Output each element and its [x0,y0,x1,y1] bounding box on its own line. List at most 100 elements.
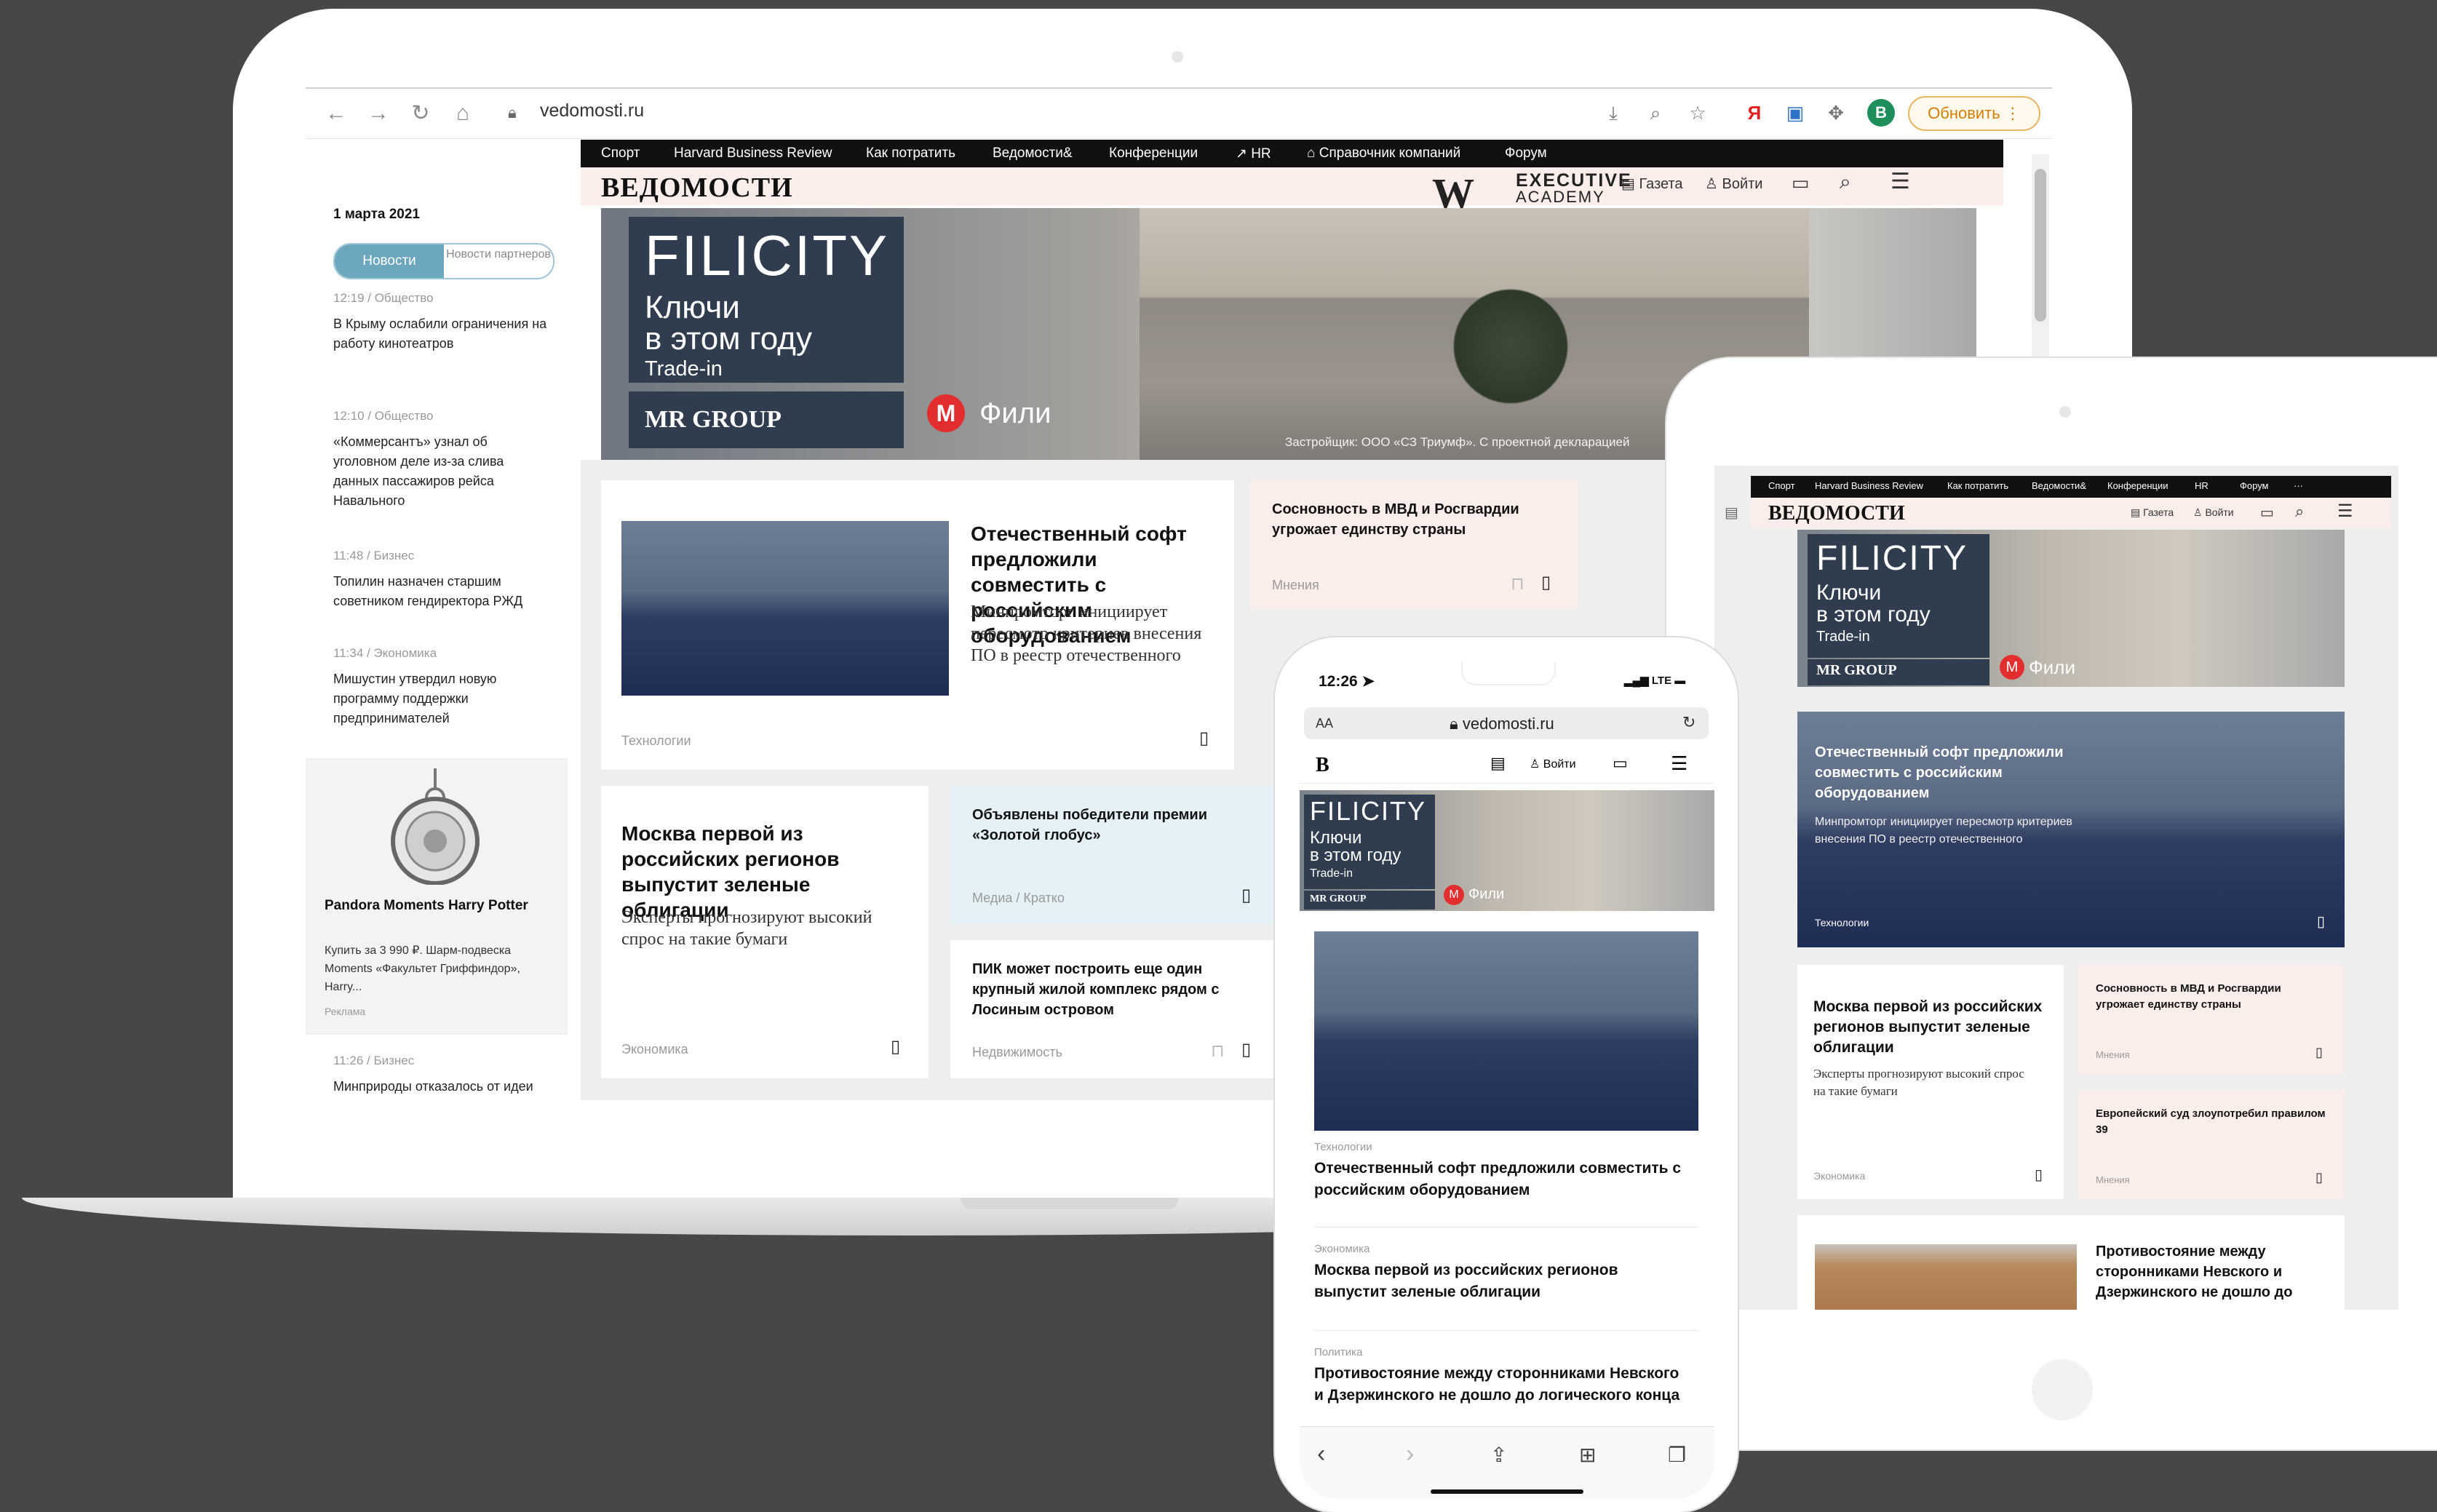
nav-sport[interactable]: Спорт [601,146,640,162]
list-item[interactable]: 11:26 / Бизнес Минприроды отказалось от … [333,1054,552,1100]
list-item[interactable]: Политика Противостояние между сторонника… [1314,1346,1693,1419]
phone-hero-photo[interactable] [1314,931,1698,1131]
chat-icon[interactable]: ▭ [1613,754,1628,773]
site-header: ВЕДОМОСТИ W EXECUTIVE ACADEMY ▤ Газета ♙… [581,167,2003,217]
menu-icon[interactable]: ☰ [1891,169,1910,194]
newspaper-button[interactable]: ▤ Газета [1621,175,1683,193]
nav-hr[interactable]: HR [2195,480,2209,491]
site-logo[interactable]: ВЕДОМОСТИ [1768,502,1905,525]
news-card-globes[interactable]: Объявлены победители премии «Золотой гло… [950,786,1278,924]
list-item[interactable]: 11:48 / Бизнес Топилин назначен старшим … [333,549,552,611]
nav-forum[interactable]: Форум [2240,480,2269,491]
list-item[interactable]: 12:19 / Общество В Крыму ослабили ограни… [333,291,552,354]
home-icon[interactable]: ⌂ [448,99,477,128]
bookmark-icon[interactable]: ▯ [1241,1039,1251,1060]
back-icon[interactable]: ‹ [1317,1440,1325,1468]
tabs-icon[interactable]: ❐ [1668,1443,1686,1467]
scrollbar-thumb[interactable] [2035,169,2046,322]
puzzle-icon[interactable]: ✥ [1824,100,1848,125]
bookmark-icon[interactable]: ▯ [1241,885,1251,906]
nav-hbr[interactable]: Harvard Business Review [674,146,832,162]
menu-icon[interactable]: ☰ [2337,501,2353,522]
developer-logo: MR GROUP [645,406,782,433]
text-size-button[interactable]: AA [1316,716,1333,731]
tablet-ad-banner[interactable]: FILICITY Ключи в этом году Trade-in MR G… [1797,530,2345,687]
back-icon[interactable]: ← [322,99,351,128]
install-icon[interactable]: ⤓ [1601,100,1626,125]
nav-forum[interactable]: Форум [1505,146,1547,162]
news-switch: Новости Новости партнеров [333,243,554,279]
avatar[interactable]: В [1867,99,1895,127]
search-icon[interactable]: ⌕ [2295,502,2304,521]
nav-how-to-spend[interactable]: Как потратить [1947,480,2008,491]
lock-icon: ⊓ [1211,1041,1225,1061]
chat-icon[interactable]: ▭ [1792,172,1810,194]
reload-icon[interactable]: ↻ [1682,713,1695,732]
tablet-card-opinion1[interactable]: Сосновность в МВД и Росгвардии угрожает … [2078,965,2345,1074]
update-button[interactable]: Обновить ⋮ [1908,96,2040,131]
tablet-card-moscow[interactable]: Москва первой из российских регионов вып… [1797,965,2064,1199]
newspaper-button[interactable]: ▤ Газета [2131,506,2174,519]
tablet-card-opinion2[interactable]: Европейский суд злоупотребил правилом 39… [2078,1090,2345,1199]
bookmark-icon[interactable]: ▯ [1541,572,1551,593]
tab-partners[interactable]: Новости партнеров [444,246,553,276]
ad-block[interactable]: Pandora Moments Harry Potter Купить за 3… [306,758,568,1035]
reload-icon[interactable]: ↻ [406,99,435,128]
banner-station: Фили [979,397,1051,429]
search-icon[interactable]: ⌕ [1840,170,1851,194]
nav-sport[interactable]: Спорт [1768,480,1795,491]
nav-conferences[interactable]: Конференции [1109,146,1198,162]
share-icon[interactable]: ⇪ [1490,1443,1507,1467]
forward-icon[interactable]: → [364,99,393,128]
nav-vedomosti-and[interactable]: Ведомости& [993,146,1073,162]
site-logo[interactable]: ВЕДОМОСТИ [601,172,793,204]
nav-more[interactable]: ··· [2294,480,2303,491]
forward-icon[interactable]: › [1406,1440,1414,1468]
banner-line3: Trade-in [645,357,723,381]
newspaper-icon[interactable]: ▤ [1490,754,1506,773]
nav-company-directory[interactable]: ⌂ Справочник компаний [1307,146,1460,162]
bookmark-icon[interactable]: ▯ [2317,912,2325,931]
yandex-icon[interactable]: Я [1742,100,1767,125]
list-item[interactable]: 11:34 / Экономика Мишустин утвердил нову… [333,646,552,728]
news-card-moscow[interactable]: Москва первой из российских регионов вып… [601,786,929,1078]
nav-how-to-spend[interactable]: Как потратить [866,146,955,162]
bookmark-icon[interactable]: ▯ [1199,728,1209,749]
news-card-pik[interactable]: ПИК может построить еще один крупный жил… [950,940,1278,1078]
bookmark-icon[interactable]: ▯ [891,1036,900,1057]
tab-news[interactable]: Новости [335,244,444,278]
bookmark-icon[interactable]: ▯ [2315,1170,2323,1185]
nav-vedomosti-and[interactable]: Ведомости& [2032,480,2086,491]
list-item[interactable]: Экономика Москва первой из российских ре… [1314,1243,1693,1303]
user-icon: ♙ [1705,176,1718,192]
phone-status: ▂▄▆ LTE ▬ [1624,675,1686,687]
tablet-hero-card[interactable]: Отечественный софт предложили совместить… [1797,712,2345,947]
news-card-main[interactable]: Отечественный софт предложили совместить… [601,480,1234,770]
extension-s-icon[interactable]: ▣ [1783,100,1808,125]
lock-icon: ⊓ [1511,574,1524,594]
nav-hbr[interactable]: Harvard Business Review [1815,480,1923,491]
chat-icon[interactable]: ▭ [2260,504,2274,522]
laptop-camera [1172,51,1183,63]
site-logo[interactable]: В [1316,754,1329,777]
list-item[interactable]: 12:10 / Общество «Коммерсантъ» узнал об … [333,409,552,511]
bookmark-icon[interactable]: ▯ [2035,1166,2043,1184]
menu-icon[interactable]: ☰ [1671,752,1687,775]
tablet-card-last[interactable]: Противостояние между сторонниками Невско… [1797,1215,2345,1310]
divider [1314,1330,1698,1331]
zoom-icon[interactable]: ⌕ [1643,100,1668,125]
sidebar-toggle-icon[interactable]: ▤ [1725,504,1738,522]
login-button[interactable]: ♙ Войти [2193,506,2234,519]
news-card-opinion[interactable]: Сосновность в МВД и Росгвардии угрожает … [1250,480,1578,610]
phone-address-bar[interactable]: AA 🔒︎ vedomosti.ru ↻ [1304,707,1709,739]
list-item[interactable]: Технологии Отечественный софт предложили… [1314,1141,1693,1201]
address-bar[interactable]: vedomosti.ru [540,100,644,122]
login-button[interactable]: ♙ Войти [1530,757,1576,771]
nav-conferences[interactable]: Конференции [2107,480,2168,491]
nav-hr[interactable]: ↗ HR [1236,146,1271,162]
phone-ad-banner[interactable]: FILICITY Ключи в этом году Trade-in MR G… [1300,790,1714,911]
bookmarks-icon[interactable]: ⊞ [1579,1443,1596,1467]
bookmark-icon[interactable]: ▯ [2315,1045,2323,1060]
login-button[interactable]: ♙ Войти [1705,175,1762,193]
star-icon[interactable]: ☆ [1685,100,1710,125]
